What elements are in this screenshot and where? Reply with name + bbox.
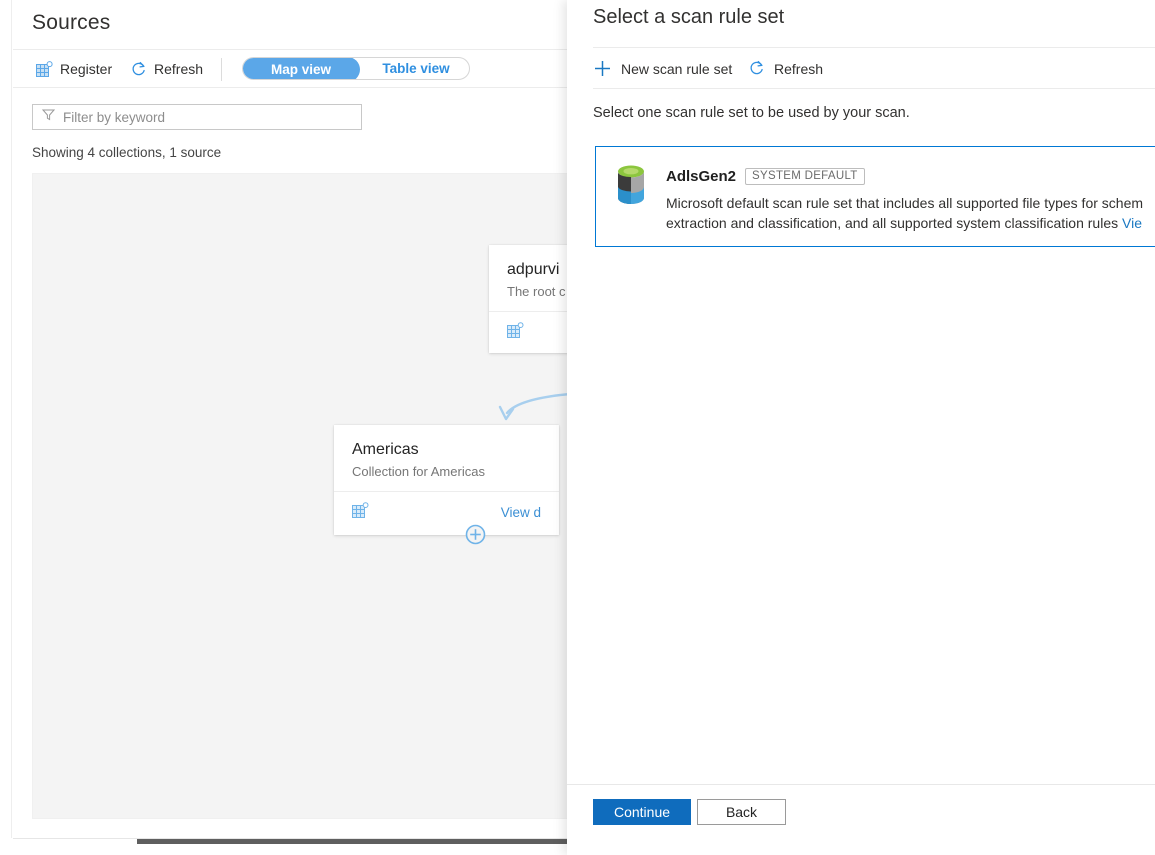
command-separator — [221, 58, 222, 81]
refresh-label: Refresh — [154, 61, 203, 77]
back-button[interactable]: Back — [697, 799, 786, 825]
collection-node-footer: View d — [334, 491, 559, 533]
panel-title: Select a scan rule set — [593, 6, 784, 29]
plus-circle-icon[interactable] — [465, 524, 486, 545]
refresh-button[interactable]: Refresh — [130, 50, 203, 88]
scan-rule-set-name: AdlsGen2 — [666, 168, 736, 185]
collection-node-title: Americas — [352, 441, 541, 459]
left-nav-rail[interactable] — [0, 0, 12, 838]
panel-refresh-button[interactable]: Refresh — [748, 50, 823, 87]
continue-button[interactable]: Continue — [593, 799, 691, 825]
refresh-icon — [748, 60, 765, 77]
panel-refresh-label: Refresh — [774, 61, 823, 77]
panel-bottom-edge — [567, 842, 1155, 855]
register-label: Register — [60, 61, 112, 77]
panel-description: Select one scan rule set to be used by y… — [593, 105, 910, 121]
collection-node-view-link[interactable]: View d — [501, 505, 541, 520]
new-scan-rule-set-button[interactable]: New scan rule set — [593, 50, 732, 87]
screen-root: Sources Register — [0, 0, 1155, 855]
view-toggle[interactable]: Map view Table view — [242, 57, 470, 80]
scan-rule-set-description: Microsoft default scan rule set that inc… — [666, 193, 1155, 233]
scan-rule-set-description-text: Microsoft default scan rule set that inc… — [666, 195, 1143, 231]
showing-count-text: Showing 4 collections, 1 source — [32, 145, 221, 160]
panel-footer-divider — [567, 784, 1155, 785]
scan-rule-set-name-row: AdlsGen2 SYSTEM DEFAULT — [666, 168, 865, 185]
grid-register-icon — [36, 61, 53, 78]
plus-icon — [593, 59, 612, 78]
filter-placeholder: Filter by keyword — [63, 110, 165, 125]
grid-collection-icon[interactable] — [507, 322, 524, 344]
panel-divider-commandbar — [593, 88, 1155, 89]
status-badge: SYSTEM DEFAULT — [745, 168, 865, 185]
page-title: Sources — [32, 11, 110, 35]
refresh-icon — [130, 61, 147, 78]
register-button[interactable]: Register — [36, 50, 112, 88]
collection-node-subtitle: Collection for Americas — [352, 464, 541, 479]
tab-map-view[interactable]: Map view — [242, 57, 360, 80]
view-details-link[interactable]: Vie — [1122, 215, 1142, 231]
new-scan-rule-set-label: New scan rule set — [621, 61, 732, 77]
panel-divider-top — [593, 47, 1155, 48]
tab-table-view[interactable]: Table view — [361, 57, 470, 80]
filter-icon — [42, 108, 55, 126]
collection-node-body: Americas Collection for Americas — [334, 425, 559, 491]
collection-node-americas[interactable]: Americas Collection for Americas — [334, 425, 559, 535]
scan-rule-set-card-adlsgen2[interactable]: AdlsGen2 SYSTEM DEFAULT Microsoft defaul… — [595, 146, 1155, 247]
filter-input[interactable]: Filter by keyword — [32, 104, 362, 130]
scan-rule-set-panel: Select a scan rule set New scan rule set… — [567, 0, 1155, 855]
adls-gen2-icon — [613, 164, 649, 206]
grid-collection-icon[interactable] — [352, 502, 369, 524]
